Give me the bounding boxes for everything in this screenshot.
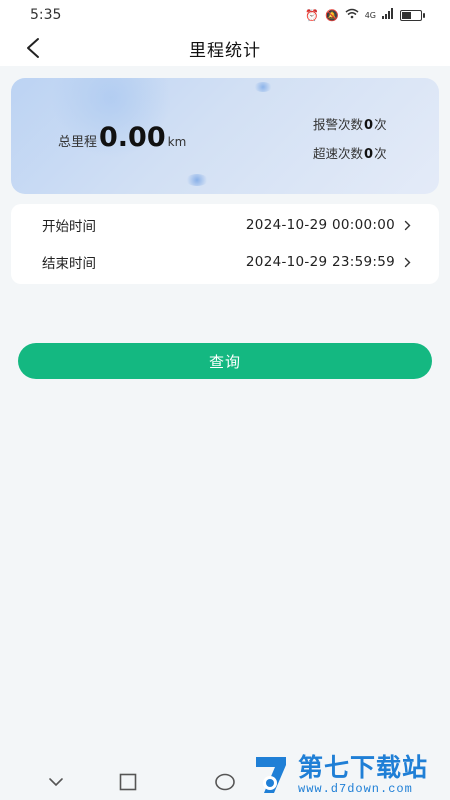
speeding-count-unit: 次	[374, 146, 387, 161]
chevron-right-icon	[404, 220, 411, 230]
query-button[interactable]: 查询	[18, 343, 432, 379]
alarm-count-label: 报警次数	[313, 117, 364, 132]
watermark-url: www.d7down.com	[298, 782, 413, 796]
end-time-value: 2024-10-29 23:59:59	[245, 254, 395, 270]
alarm-clock-icon: ⏰	[305, 8, 319, 22]
watermark: 第七下载站 www.d7down.com	[252, 750, 450, 800]
battery-level	[402, 11, 412, 19]
total-mileage: 总里程 0.00 km	[58, 122, 186, 153]
summary-card: 总里程 0.00 km 报警次数 0 次 超速次数 0 次	[11, 78, 439, 194]
speeding-count-label: 超速次数	[313, 146, 364, 161]
total-mileage-unit: km	[167, 135, 187, 149]
battery-icon	[400, 9, 425, 21]
square-icon	[119, 773, 137, 791]
watermark-logo-icon	[256, 757, 286, 793]
chevron-left-icon	[27, 38, 39, 58]
start-time-row[interactable]: 开始时间 2024-10-29 00:00:00	[11, 207, 439, 243]
alarm-count: 报警次数 0 次	[313, 114, 387, 133]
back-button[interactable]	[18, 34, 48, 62]
chevron-right-icon	[404, 257, 411, 267]
total-mileage-value: 0.00	[99, 122, 166, 153]
total-mileage-label: 总里程	[58, 135, 98, 150]
title-bar: 里程统计	[0, 30, 450, 66]
end-time-row[interactable]: 结束时间 2024-10-29 23:59:59	[11, 244, 439, 280]
alarm-count-value: 0	[364, 118, 374, 133]
end-time-label: 结束时间	[42, 256, 96, 272]
system-back-button[interactable]	[44, 770, 68, 794]
chevron-down-icon	[49, 778, 63, 787]
status-time: 5:35	[30, 7, 62, 23]
speeding-count: 超速次数 0 次	[313, 143, 387, 162]
signal-bars-icon	[382, 8, 394, 22]
start-time-value: 2024-10-29 00:00:00	[245, 217, 395, 233]
decorative-blob	[254, 82, 272, 92]
start-time-label: 开始时间	[42, 219, 96, 235]
mute-icon: 🔕	[325, 8, 339, 22]
page-title: 里程统计	[189, 40, 261, 61]
system-recent-button[interactable]	[213, 770, 237, 794]
system-home-button[interactable]	[116, 770, 140, 794]
watermark-title: 第七下载站	[298, 753, 429, 782]
time-range-card: 开始时间 2024-10-29 00:00:00 结束时间 2024-10-29…	[11, 204, 439, 284]
alarm-count-unit: 次	[374, 117, 387, 132]
circle-icon	[215, 773, 235, 791]
signal-type: 4G	[364, 10, 376, 20]
status-icons: ⏰ 🔕 4G	[305, 8, 425, 22]
wifi-icon	[345, 8, 359, 22]
decorative-blob	[186, 174, 208, 186]
status-bar: 5:35 ⏰ 🔕 4G	[0, 0, 450, 30]
speeding-count-value: 0	[364, 147, 374, 162]
